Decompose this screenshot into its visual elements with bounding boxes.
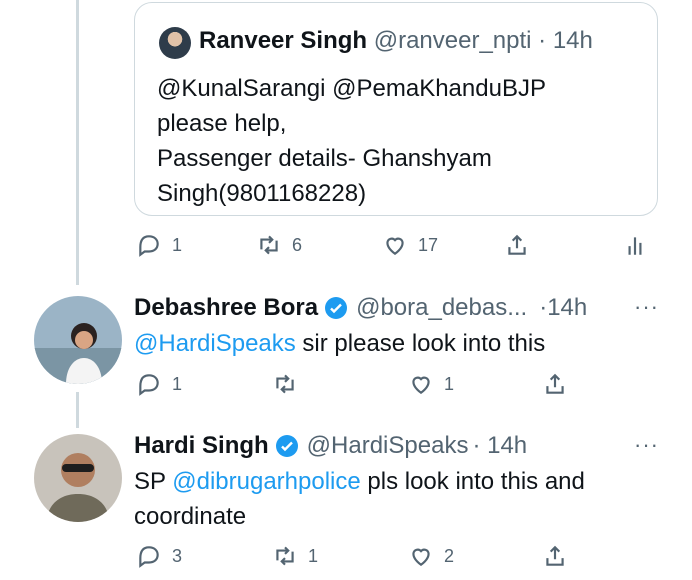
avatar-photo <box>34 434 122 522</box>
retweet-button[interactable]: 6 <box>256 232 302 258</box>
like-button[interactable]: 17 <box>382 232 438 258</box>
quoted-header: Ranveer Singh @ranveer_npti · 14h <box>199 27 593 55</box>
quoted-text: @KunalSarangi @PemaKhanduBJP please help… <box>157 71 637 211</box>
quoted-line: Singh(9801168228) <box>157 180 367 207</box>
retweet-button[interactable]: 1 <box>272 543 318 569</box>
tweet3-text: SP @dibrugarhpolice pls look into this a… <box>134 464 654 534</box>
reply-icon <box>139 546 159 568</box>
like-button[interactable]: 2 <box>408 543 454 569</box>
tweet3-header: Hardi Singh @HardiSpeaks · 14h <box>134 432 527 460</box>
more-icon[interactable]: ··· <box>634 432 659 458</box>
share-button[interactable] <box>542 543 568 569</box>
reply-icon <box>139 235 159 257</box>
reply-count: 3 <box>172 545 183 566</box>
quoted-author-name[interactable]: Ranveer Singh <box>199 27 367 54</box>
share-icon <box>546 373 564 394</box>
quoted-timestamp[interactable]: · 14h <box>538 27 593 54</box>
like-icon <box>386 237 404 255</box>
like-button[interactable]: 1 <box>408 371 454 397</box>
mention-link[interactable]: @dibrugarhpolice <box>172 468 360 495</box>
reply-count: 1 <box>172 234 183 255</box>
retweet-icon <box>260 235 278 255</box>
like-count: 2 <box>444 545 455 566</box>
thread-line-top <box>76 0 79 285</box>
analytics-icon <box>628 237 642 255</box>
reply-icon <box>139 374 159 396</box>
quoted-avatar[interactable] <box>159 27 191 59</box>
avatar-photo <box>34 296 122 384</box>
reply-button[interactable]: 3 <box>136 543 182 569</box>
author-name[interactable]: Hardi Singh <box>134 432 269 460</box>
like-icon <box>412 548 430 566</box>
like-count: 17 <box>418 234 439 255</box>
reply-button[interactable]: 1 <box>136 232 182 258</box>
quoted-tweet-card[interactable]: Ranveer Singh @ranveer_npti · 14h @Kunal… <box>134 2 658 216</box>
verified-badge-icon <box>275 435 298 457</box>
tweet2-text: @HardiSpeaks sir please look into this <box>134 326 654 361</box>
reply-button[interactable]: 1 <box>136 371 182 397</box>
tweet2-header: Debashree Bora @bora_debas... ·14h <box>134 294 587 322</box>
reply-count: 1 <box>172 373 183 394</box>
quoted-line: Passenger details- Ghanshyam <box>157 145 492 172</box>
mention-link[interactable]: @HardiSpeaks <box>134 330 296 357</box>
quoted-line: @KunalSarangi @PemaKhanduBJP <box>157 75 546 102</box>
avatar[interactable] <box>34 434 122 522</box>
timestamp[interactable]: ·14h <box>539 294 587 322</box>
share-button[interactable] <box>504 232 530 258</box>
avatar[interactable] <box>34 296 122 384</box>
tweet1-action-bar: 1 6 17 <box>134 232 654 262</box>
retweet-count: 6 <box>292 234 303 255</box>
author-handle[interactable]: @HardiSpeaks <box>307 432 469 460</box>
like-icon <box>412 376 430 394</box>
timestamp[interactable]: · 14h <box>472 432 527 460</box>
analytics-button[interactable] <box>622 232 648 258</box>
tweet2-action-bar: 1 1 <box>134 371 654 401</box>
tweet-text: pls look into this and <box>360 468 585 495</box>
quoted-line: please help, <box>157 110 287 137</box>
retweet-button[interactable] <box>272 371 308 397</box>
share-icon <box>546 545 564 566</box>
author-handle[interactable]: @bora_debas... <box>356 294 527 322</box>
retweet-count: 1 <box>308 545 319 566</box>
thread-line-middle <box>76 392 79 428</box>
tweet-text: sir please look into this <box>295 330 546 357</box>
verified-badge-icon <box>325 297 348 319</box>
tweet3-action-bar: 3 1 2 <box>134 543 654 573</box>
author-name[interactable]: Debashree Bora <box>134 294 318 322</box>
tweet-text-prefix: SP <box>134 468 173 495</box>
share-button[interactable] <box>542 371 568 397</box>
retweet-icon <box>276 546 294 566</box>
more-icon[interactable]: ··· <box>634 294 659 320</box>
quoted-author-handle[interactable]: @ranveer_npti <box>374 27 532 54</box>
like-count: 1 <box>444 373 455 394</box>
tweet-text-line2: coordinate <box>134 503 247 530</box>
retweet-icon <box>276 374 294 394</box>
share-icon <box>508 234 526 255</box>
